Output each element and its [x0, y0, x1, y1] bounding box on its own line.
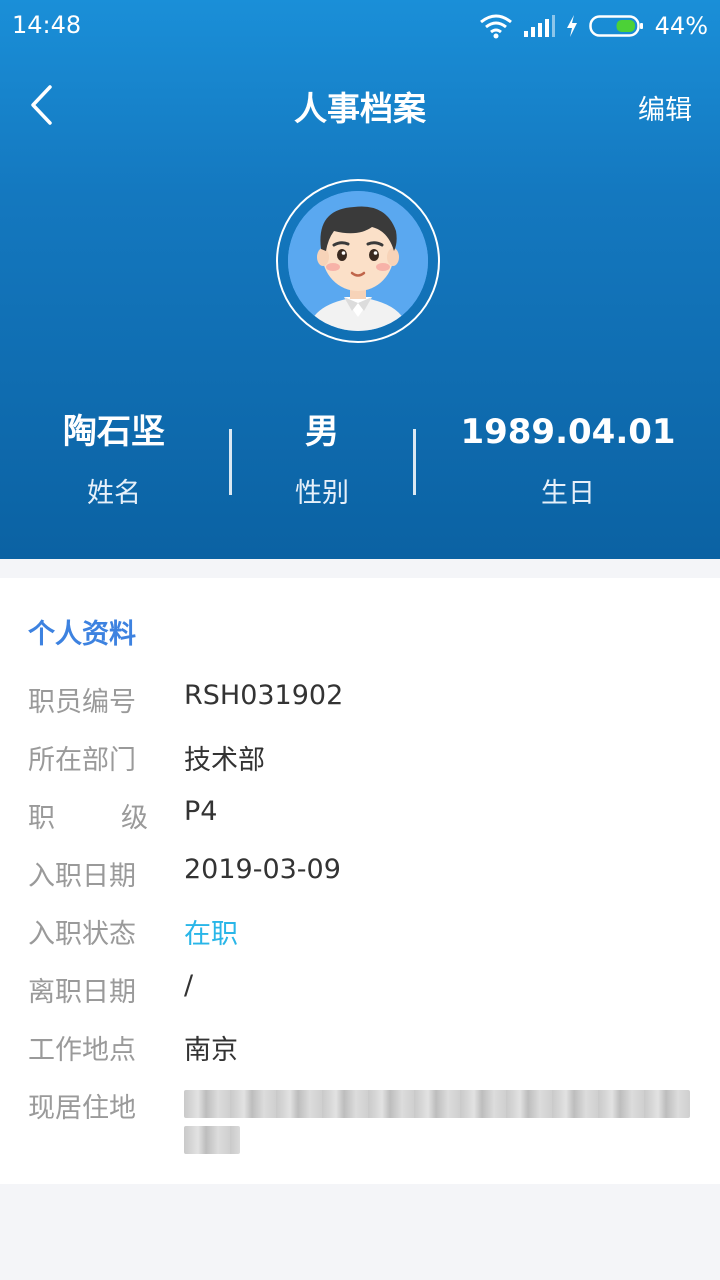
stat-divider: [229, 429, 232, 495]
stat-birthday: 1989.04.01 生日: [430, 405, 706, 510]
stat-name: 陶石坚 姓名: [28, 405, 200, 510]
detail-row-hire-date: 入职日期 2019-03-09: [28, 854, 708, 894]
row-value: 2019-03-09: [184, 854, 341, 885]
avatar[interactable]: [288, 191, 428, 331]
row-label: 入职日期: [28, 861, 136, 892]
row-label: 离职日期: [28, 977, 136, 1008]
nav-bar: 人事档案 编辑: [0, 62, 720, 148]
signal-icon: [523, 15, 555, 37]
stat-gender-value: 男: [305, 412, 339, 452]
row-value: P4: [184, 796, 218, 827]
status-time: 14:48: [12, 11, 82, 39]
edit-button[interactable]: 编辑: [638, 88, 692, 127]
details-card: 个人资料 职员编号 RSH031902 所在部门 技术部 职 级 P4 入职日期…: [0, 578, 720, 1184]
status-bar: 14:48 44%: [0, 0, 720, 52]
row-label-char: 级: [121, 803, 148, 834]
profile-header: 14:48 44% 人事档案 编辑 陶石坚 姓名 男 性别 1989.04.01…: [0, 0, 720, 559]
battery-percent: 44%: [654, 12, 708, 40]
row-label: 职员编号: [28, 687, 136, 718]
detail-row-residence: 现居住地: [28, 1086, 708, 1166]
battery-icon: [588, 15, 643, 37]
row-label: 所在部门: [28, 745, 136, 776]
page-title: 人事档案: [294, 89, 426, 128]
detail-row-level: 职 级 P4: [28, 796, 708, 836]
detail-row-leave-date: 离职日期 /: [28, 970, 708, 1010]
stat-birthday-value: 1989.04.01: [460, 412, 676, 452]
row-value: 南京: [184, 1035, 238, 1066]
avatar-ring: [276, 179, 440, 343]
row-label: 职 级: [28, 796, 148, 835]
detail-row-employment-status: 入职状态 在职: [28, 912, 708, 952]
charging-icon: [566, 15, 577, 37]
row-label: 现居住地: [28, 1093, 136, 1124]
redacted-line: [184, 1126, 240, 1154]
status-badge: 在职: [184, 919, 238, 950]
row-label: 入职状态: [28, 919, 136, 950]
row-label-char: 职: [28, 803, 55, 834]
stat-name-value: 陶石坚: [63, 412, 165, 452]
stat-gender-label: 性别: [295, 478, 349, 509]
redacted-address: [184, 1090, 690, 1160]
detail-row-department: 所在部门 技术部: [28, 738, 708, 778]
stat-gender: 男 性别: [236, 405, 408, 510]
detail-row-employee-id: 职员编号 RSH031902: [28, 680, 708, 720]
row-label: 工作地点: [28, 1035, 136, 1066]
stat-divider: [413, 429, 416, 495]
wifi-icon: [479, 14, 512, 39]
row-value: RSH031902: [184, 680, 344, 711]
row-value: /: [184, 970, 194, 1001]
redacted-line: [184, 1090, 690, 1118]
stat-name-label: 姓名: [87, 478, 141, 509]
avatar-illustration: [288, 191, 428, 331]
detail-row-work-location: 工作地点 南京: [28, 1028, 708, 1068]
stat-birthday-label: 生日: [541, 478, 595, 509]
section-title: 个人资料: [28, 619, 136, 650]
status-icons: 44%: [479, 10, 708, 42]
profile-stats: 陶石坚 姓名 男 性别 1989.04.01 生日: [0, 405, 720, 525]
row-value: 技术部: [184, 745, 265, 776]
